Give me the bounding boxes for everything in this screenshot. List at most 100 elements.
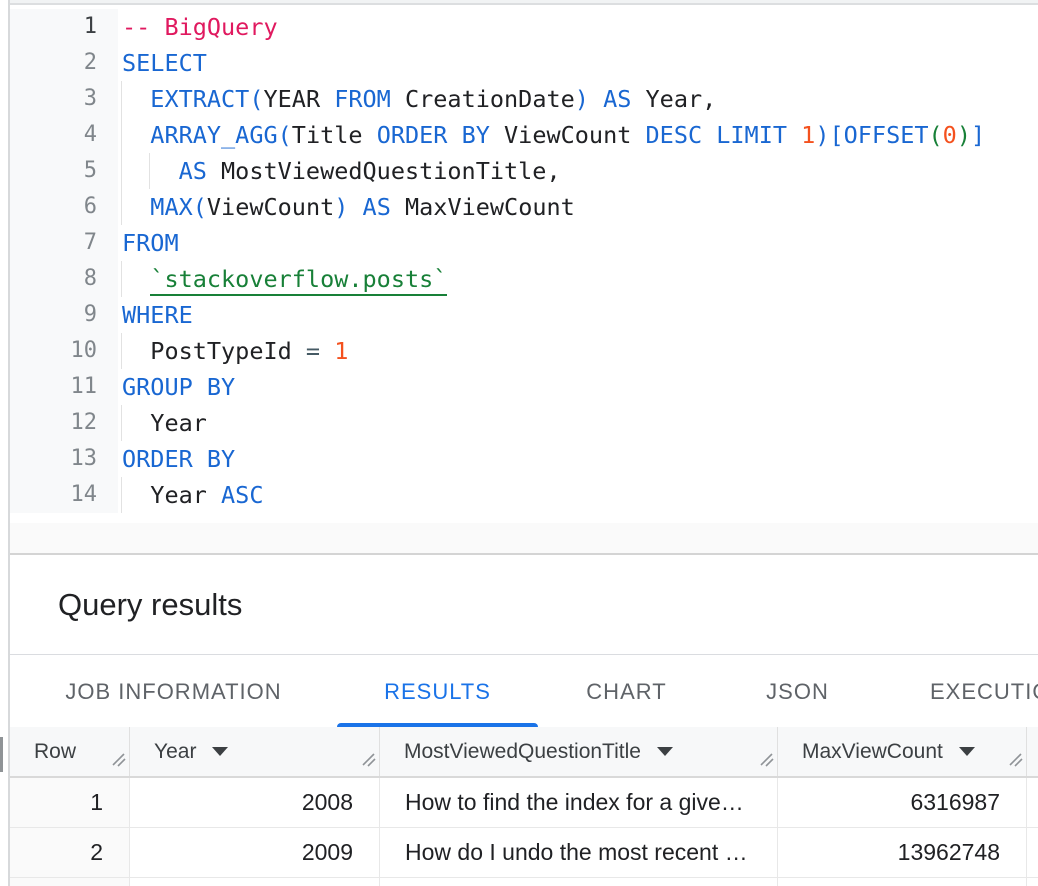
column-label: MaxViewCount bbox=[802, 740, 943, 764]
code-token: FROM bbox=[320, 85, 391, 113]
table-row[interactable] bbox=[10, 878, 1038, 886]
code-line[interactable]: 14 Year ASC bbox=[10, 477, 1038, 513]
line-number: 4 bbox=[10, 117, 118, 153]
code-token: AS bbox=[179, 157, 207, 185]
tab-execution-details[interactable]: EXECUTION DETAILS bbox=[880, 656, 1038, 727]
column-sort-dropdown-icon[interactable] bbox=[212, 747, 228, 756]
table-cell-filler bbox=[1027, 878, 1038, 886]
sql-editor[interactable]: 1-- BigQuery2SELECT3 EXTRACT(YEAR FROM C… bbox=[10, 5, 1038, 523]
tab-label: RESULTS bbox=[384, 679, 491, 705]
column-header-row[interactable]: Row bbox=[10, 727, 130, 776]
code-lines: 1-- BigQuery2SELECT3 EXTRACT(YEAR FROM C… bbox=[10, 9, 1038, 513]
column-resize-handle-icon[interactable] bbox=[111, 749, 126, 773]
code-token: SELECT bbox=[122, 49, 207, 77]
code-token: DESC LIMIT bbox=[631, 121, 787, 149]
code-token: EXTRACT bbox=[150, 85, 249, 113]
table-row[interactable]: 12008How to find the index for a give…63… bbox=[10, 778, 1038, 828]
indent-guide bbox=[121, 117, 122, 153]
column-header-mostviewedquestiontitle[interactable]: MostViewedQuestionTitle bbox=[380, 727, 778, 776]
code-line[interactable]: 3 EXTRACT(YEAR FROM CreationDate) AS Yea… bbox=[10, 81, 1038, 117]
line-number: 1 bbox=[10, 9, 118, 45]
code-token: ORDER BY bbox=[122, 445, 235, 473]
tab-chart[interactable]: CHART bbox=[538, 656, 715, 727]
code-token: YEAR bbox=[264, 85, 321, 113]
code-token: ORDER BY bbox=[363, 121, 490, 149]
code-line[interactable]: 5 AS MostViewedQuestionTitle, bbox=[10, 153, 1038, 189]
code-token: MAX bbox=[150, 193, 192, 221]
code-line[interactable]: 6 MAX(ViewCount) AS MaxViewCount bbox=[10, 189, 1038, 225]
code-line[interactable]: 9WHERE bbox=[10, 297, 1038, 333]
tab-label: JSON bbox=[766, 679, 829, 705]
code-line[interactable]: 12 Year bbox=[10, 405, 1038, 441]
table-row[interactable]: 22009How do I undo the most recent …1396… bbox=[10, 828, 1038, 878]
column-sort-dropdown-icon[interactable] bbox=[657, 747, 673, 756]
code-line[interactable]: 8 `stackoverflow.posts` bbox=[10, 261, 1038, 297]
code-token: PostTypeId bbox=[150, 337, 291, 365]
code-line[interactable]: 7FROM bbox=[10, 225, 1038, 261]
line-number: 5 bbox=[10, 153, 118, 189]
results-table-body: 12008How to find the index for a give…63… bbox=[10, 778, 1038, 886]
code-line[interactable]: 11GROUP BY bbox=[10, 369, 1038, 405]
table-cell bbox=[380, 878, 778, 886]
code-token: 1 bbox=[320, 337, 348, 365]
code-line[interactable]: 4 ARRAY_AGG(Title ORDER BY ViewCount DES… bbox=[10, 117, 1038, 153]
table-cell bbox=[10, 878, 130, 886]
tab-label: EXECUTION DETAILS bbox=[930, 679, 1038, 705]
editor-footer-band bbox=[10, 523, 1038, 555]
table-cell: 6316987 bbox=[778, 778, 1027, 827]
code-text: `stackoverflow.posts` bbox=[118, 261, 447, 297]
indent-guide bbox=[121, 153, 122, 189]
code-token: ViewCount bbox=[490, 121, 631, 149]
left-scrollbar-thumb[interactable] bbox=[0, 737, 3, 772]
code-token: ARRAY_AGG bbox=[150, 121, 277, 149]
code-token: -- BigQuery bbox=[122, 13, 278, 41]
code-text: FROM bbox=[118, 225, 179, 261]
code-text: EXTRACT(YEAR FROM CreationDate) AS Year, bbox=[118, 81, 716, 117]
indent-guide bbox=[121, 261, 122, 297]
column-header-maxviewcount[interactable]: MaxViewCount bbox=[778, 727, 1027, 776]
code-text: -- BigQuery bbox=[118, 9, 278, 45]
table-cell bbox=[130, 878, 380, 886]
code-text: WHERE bbox=[118, 297, 193, 333]
code-line[interactable]: 10 PostTypeId = 1 bbox=[10, 333, 1038, 369]
code-token: [ bbox=[829, 121, 843, 149]
indent-guide bbox=[121, 81, 122, 117]
indent-guide bbox=[121, 189, 122, 225]
table-cell: 13962748 bbox=[778, 828, 1027, 877]
column-label: Year bbox=[154, 740, 196, 764]
column-sort-dropdown-icon[interactable] bbox=[959, 747, 975, 756]
column-resize-handle-icon[interactable] bbox=[759, 749, 774, 773]
column-header-year[interactable]: Year bbox=[130, 727, 380, 776]
line-number: 10 bbox=[10, 333, 118, 369]
code-text: ARRAY_AGG(Title ORDER BY ViewCount DESC … bbox=[118, 117, 985, 153]
code-line[interactable]: 13ORDER BY bbox=[10, 441, 1038, 477]
code-token: ( bbox=[249, 85, 263, 113]
table-cell: 2 bbox=[10, 828, 130, 877]
column-resize-handle-icon[interactable] bbox=[1008, 749, 1023, 773]
tab-results[interactable]: RESULTS bbox=[337, 656, 538, 727]
code-token: FROM bbox=[122, 229, 179, 257]
code-line[interactable]: 1-- BigQuery bbox=[10, 9, 1038, 45]
code-token: `stackoverflow.posts` bbox=[150, 265, 447, 296]
line-number: 8 bbox=[10, 261, 118, 297]
line-number: 2 bbox=[10, 45, 118, 81]
code-token: Year bbox=[150, 409, 207, 437]
code-token: ( bbox=[278, 121, 292, 149]
bigquery-console: 1-- BigQuery2SELECT3 EXTRACT(YEAR FROM C… bbox=[0, 0, 1038, 886]
results-tabbar: JOB INFORMATION RESULTS CHART JSON EXECUTION… bbox=[10, 656, 1038, 727]
code-text: Year bbox=[118, 405, 207, 441]
tab-json[interactable]: JSON bbox=[715, 656, 880, 727]
tab-job-information[interactable]: JOB INFORMATION bbox=[10, 656, 337, 727]
table-cell: How do I undo the most recent … bbox=[380, 828, 778, 877]
code-token: Year bbox=[150, 481, 207, 509]
table-cell-filler bbox=[1027, 778, 1038, 827]
code-token: ViewCount bbox=[207, 193, 334, 221]
indent-guide bbox=[121, 477, 122, 513]
table-cell-filler bbox=[1027, 828, 1038, 877]
code-text: AS MostViewedQuestionTitle, bbox=[118, 153, 561, 189]
column-resize-handle-icon[interactable] bbox=[361, 749, 376, 773]
column-label: MostViewedQuestionTitle bbox=[404, 740, 641, 764]
code-token: MaxViewCount bbox=[391, 193, 575, 221]
line-number: 7 bbox=[10, 225, 118, 261]
code-line[interactable]: 2SELECT bbox=[10, 45, 1038, 81]
